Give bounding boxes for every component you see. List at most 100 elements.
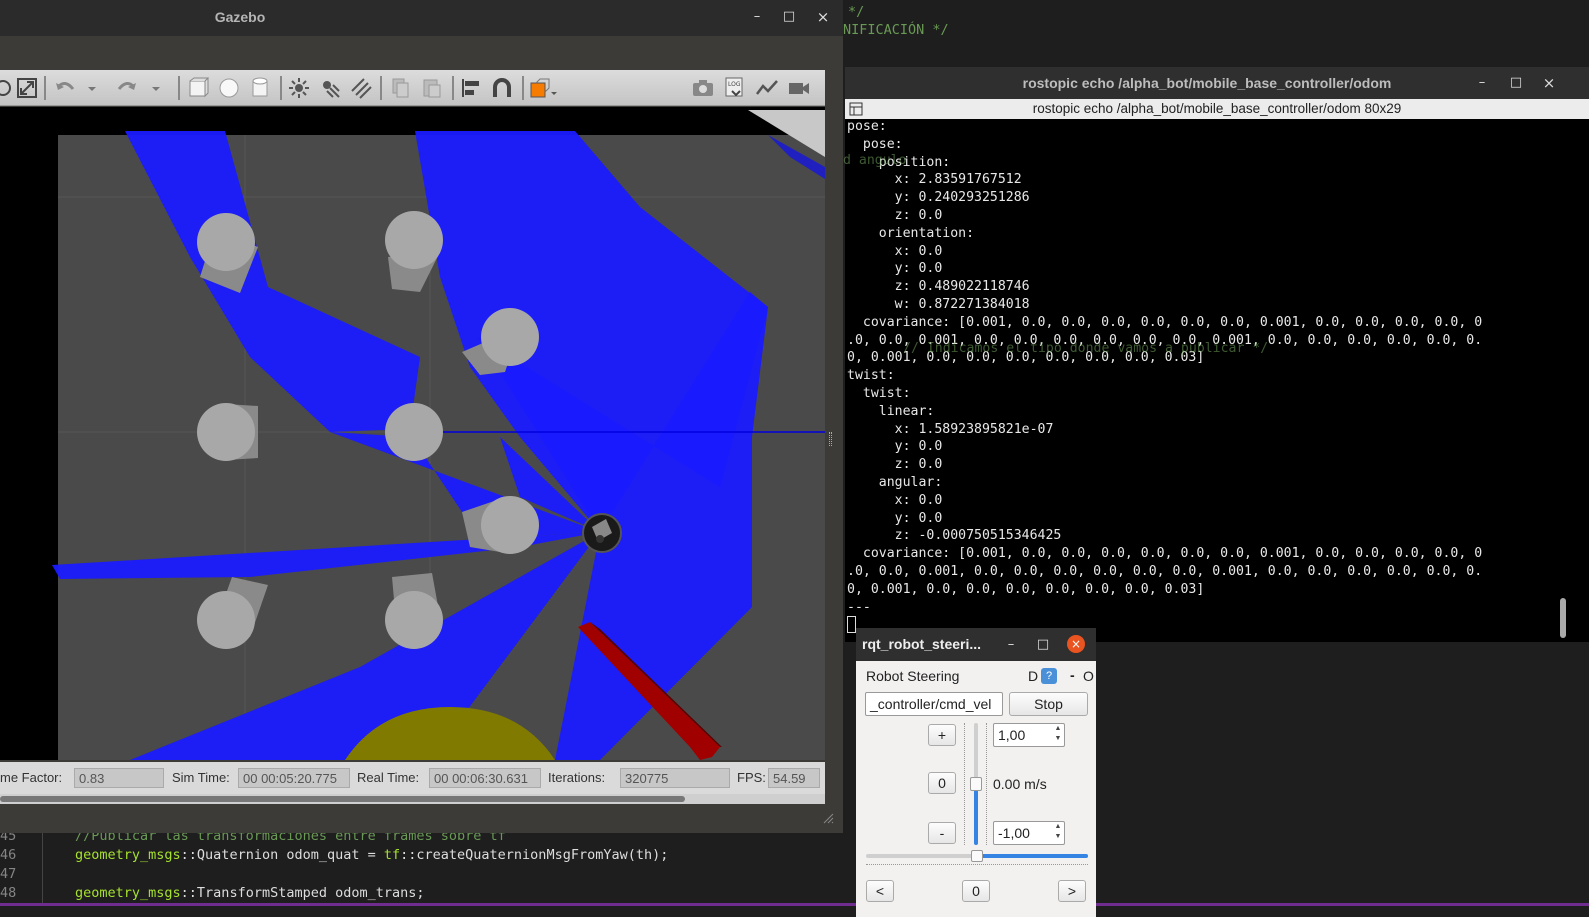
angular-velocity-slider[interactable] — [866, 848, 1088, 870]
zero-angular-button[interactable]: 0 — [962, 880, 990, 902]
status-bar: me Factor: 0.83 Sim Time: 00 00:05:20.77… — [0, 762, 825, 794]
menu-bar — [0, 36, 843, 70]
max-linear-value: 1,00 — [998, 727, 1026, 743]
resize-grip-icon[interactable] — [822, 812, 834, 824]
terminal-scrollbar[interactable] — [1560, 598, 1566, 638]
sim-time-value: 00 00:05:20.775 — [238, 768, 350, 788]
translate-icon[interactable] — [0, 77, 14, 99]
close-plugin-button[interactable]: O — [1083, 668, 1094, 684]
terminal-line: pose: — [847, 136, 903, 152]
view-angle-icon[interactable] — [530, 77, 560, 99]
scrollbar-thumb[interactable] — [0, 796, 685, 802]
terminal-line: z: 0.0 — [847, 457, 943, 473]
record-video-icon[interactable] — [788, 77, 810, 99]
copy-icon[interactable] — [390, 77, 412, 99]
terminal-titlebar[interactable]: rostopic echo /alpha_bot/mobile_base_con… — [845, 67, 1589, 99]
cylinder-icon[interactable] — [249, 77, 271, 99]
ghost-code-line: d angulo — [843, 153, 907, 168]
spin-arrows-icon[interactable]: ▲ ▼ — [1052, 822, 1064, 844]
splitter-handle[interactable] — [829, 432, 832, 446]
turn-right-button[interactable]: > — [1058, 880, 1086, 902]
robot[interactable] — [582, 513, 622, 553]
close-button[interactable]: × — [1067, 635, 1085, 653]
terminal-line: angular: — [847, 475, 943, 490]
scene-render[interactable] — [0, 107, 825, 760]
close-button[interactable]: × — [814, 8, 832, 26]
max-linear-input[interactable]: 1,00 ▲ ▼ — [993, 723, 1065, 747]
min-linear-value: -1,00 — [998, 825, 1030, 841]
topic-input[interactable]: _controller/cmd_vel — [865, 692, 1003, 716]
toolbar-separator — [380, 76, 382, 100]
box-icon[interactable] — [187, 77, 209, 99]
linear-velocity-slider[interactable] — [961, 723, 991, 845]
paste-icon[interactable] — [421, 77, 443, 99]
turn-left-button[interactable]: < — [866, 880, 894, 902]
terminal-line: y: 0.240293251286 — [847, 190, 1030, 206]
undo-icon[interactable] — [54, 77, 76, 99]
terminal-line: pose: — [847, 119, 887, 134]
spot-light-icon[interactable] — [319, 77, 341, 99]
stop-button[interactable]: Stop — [1009, 692, 1088, 716]
code-line: */ — [848, 4, 865, 20]
terminal-line: .0, 0.0, 0.001, 0.0, 0.0, 0.0, 0.0, 0.0,… — [847, 564, 1483, 579]
terminal-line: linear: — [847, 403, 935, 419]
scene-viewport[interactable] — [0, 107, 825, 760]
linear-velocity-value: 0.00 m/s — [993, 776, 1047, 792]
rqt-robot-steering-window[interactable]: rqt_robot_steeri... – □ × Robot Steering… — [856, 628, 1096, 917]
terminal-subtitle: rostopic echo /alpha_bot/mobile_base_con… — [1032, 101, 1402, 116]
gazebo-titlebar[interactable]: Gazebo – □ × — [0, 0, 843, 36]
rqt-titlebar[interactable]: rqt_robot_steeri... – □ × — [856, 628, 1096, 661]
editor-bottom-bar — [0, 903, 1589, 906]
cylinder-obstacle — [197, 403, 258, 461]
fullscreen-icon[interactable] — [16, 77, 38, 99]
slider-handle[interactable] — [970, 777, 982, 791]
spin-arrows-icon[interactable]: ▲ ▼ — [1052, 724, 1064, 746]
toolbar-separator — [44, 76, 46, 100]
minimize-button[interactable]: – — [748, 8, 766, 26]
increase-linear-button[interactable]: + — [928, 724, 956, 746]
close-button[interactable]: × — [1540, 74, 1558, 92]
point-light-icon[interactable] — [288, 77, 310, 99]
real-time-label: Real Time: — [357, 770, 420, 785]
maximize-button[interactable]: □ — [1507, 74, 1525, 92]
log-icon[interactable]: LOG — [724, 77, 746, 99]
minimize-button[interactable]: – — [1002, 636, 1020, 654]
gazebo-window[interactable]: Gazebo – □ × LOG me Factor: 0.83 Sim Tim… — [0, 0, 843, 833]
minimize-plugin-button[interactable]: - — [1070, 667, 1075, 683]
gazebo-bottom-area — [0, 804, 843, 833]
directional-light-icon[interactable] — [350, 77, 372, 99]
decrease-linear-button[interactable]: - — [928, 822, 956, 844]
slider-handle[interactable] — [971, 850, 983, 862]
toolbar-separator — [452, 76, 454, 100]
gazebo-toolbar: LOG — [0, 70, 825, 106]
maximize-button[interactable]: □ — [1034, 636, 1052, 654]
line-number: 46 — [0, 847, 17, 863]
sim-time-label: Sim Time: — [172, 770, 230, 785]
robot-steering-panel: Robot Steering D ? - O _controller/cmd_v… — [856, 661, 1096, 917]
minimize-button[interactable]: – — [1473, 74, 1491, 92]
screenshot-icon[interactable] — [692, 77, 714, 99]
zero-linear-button[interactable]: 0 — [928, 772, 956, 794]
cylinder-obstacle — [385, 403, 443, 461]
help-button[interactable]: ? — [1041, 668, 1057, 684]
align-icon[interactable] — [460, 77, 482, 99]
terminal-line: z: 0.489022118746 — [847, 279, 1030, 295]
horizontal-scrollbar[interactable] — [0, 794, 825, 804]
sphere-icon[interactable] — [218, 77, 240, 99]
min-linear-input[interactable]: -1,00 ▲ ▼ — [993, 821, 1065, 845]
toolbar-separator — [280, 76, 282, 100]
window-title: rqt_robot_steeri... — [862, 636, 982, 652]
redo-icon[interactable] — [116, 77, 138, 99]
time-factor-label: me Factor: — [0, 770, 63, 785]
redo-dropdown-icon[interactable] — [150, 77, 162, 99]
snap-icon[interactable] — [491, 77, 513, 99]
plot-icon[interactable] — [756, 77, 778, 99]
dock-button[interactable]: D — [1028, 668, 1038, 684]
terminal-output[interactable]: pose: pose: position: x: 2.83591767512 y… — [847, 119, 1567, 642]
line-number: 47 — [0, 866, 17, 882]
terminal-line: 0, 0.001, 0.0, 0.0, 0.0, 0.0, 0.0, 0.0, … — [847, 581, 1205, 597]
undo-dropdown-icon[interactable] — [86, 77, 98, 99]
maximize-button[interactable]: □ — [780, 8, 798, 26]
terminal-line: --- — [847, 599, 871, 615]
terminal-line: x: 0.0 — [847, 492, 943, 508]
